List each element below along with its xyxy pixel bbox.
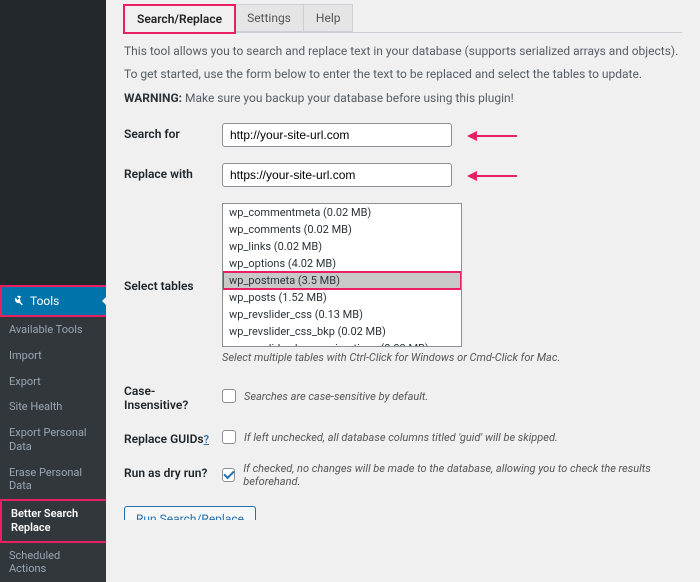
table-option[interactable]: wp_revslider_css_bkp (0.02 MB) [223,323,461,340]
search-for-input[interactable] [222,123,452,147]
replace-with-label: Replace with [124,157,222,197]
replace-guids-help: If left unchecked, all database columns … [244,431,558,444]
case-insensitive-checkbox[interactable] [222,389,236,403]
table-option[interactable]: wp_posts (1.52 MB) [223,289,461,306]
sidebar-item-available-tools[interactable]: Available Tools [0,317,106,343]
case-insensitive-help: Searches are case-sensitive by default. [244,390,428,403]
tab-help[interactable]: Help [303,4,354,32]
table-option[interactable]: wp_links (0.02 MB) [223,238,461,255]
table-option[interactable]: wp_options (4.02 MB) [223,255,461,272]
dry-run-checkbox[interactable] [222,468,235,482]
intro-line-2: To get started, use the form below to en… [124,66,682,83]
sidebar-item-import[interactable]: Import [0,343,106,369]
table-option[interactable]: wp_commentmeta (0.02 MB) [223,204,461,221]
sidebar-item-export[interactable]: Export [0,369,106,395]
tab-search-replace[interactable]: Search/Replace [124,5,235,33]
dry-run-help: If checked, no changes will be made to t… [243,462,682,488]
table-option[interactable]: wp_comments (0.02 MB) [223,221,461,238]
search-for-label: Search for [124,117,222,157]
warning-text: Make sure you backup your database befor… [182,91,514,105]
select-tables-listbox[interactable]: wp_commentmeta (0.02 MB) wp_comments (0.… [222,203,462,347]
annotation-arrow-icon [467,129,517,143]
main-content: Search/Replace Settings Help This tool a… [106,0,700,520]
table-option[interactable]: wp_revslider_css (0.13 MB) [223,306,461,323]
sidebar-item-scheduled-actions[interactable]: Scheduled Actions [0,543,106,582]
replace-with-input[interactable] [222,163,452,187]
replace-guids-help-link[interactable]: ? [204,433,209,446]
sidebar-item-better-search-replace[interactable]: Better Search Replace [0,499,106,543]
annotation-arrow-icon [467,169,517,183]
intro-line-1: This tool allows you to search and repla… [124,43,682,60]
select-tables-help: Select multiple tables with Ctrl-Click f… [222,351,682,364]
select-tables-label: Select tables [124,197,222,374]
sidebar-menu-tools-label: Tools [30,294,59,308]
sidebar-item-erase-personal[interactable]: Erase Personal Data [0,460,106,500]
replace-guids-checkbox[interactable] [222,430,236,444]
table-option[interactable]: wp_revslider_layer_animations (0.02 MB) [223,340,461,347]
table-option-selected[interactable]: wp_postmeta (3.5 MB) [223,272,461,289]
tab-bar: Search/Replace Settings Help [124,4,682,33]
tab-settings[interactable]: Settings [234,4,304,32]
chevron-right-icon [98,297,106,305]
wrench-icon [10,294,24,308]
case-insensitive-label: Case-Insensitive? [124,374,222,422]
dry-run-label: Run as dry run? [124,456,222,498]
intro-warning: WARNING: Make sure you backup your datab… [124,90,682,107]
sidebar-item-site-health[interactable]: Site Health [0,394,106,420]
sidebar-submenu: Available Tools Import Export Site Healt… [0,317,106,582]
sidebar-menu-tools[interactable]: Tools [0,285,106,317]
warning-label: WARNING: [124,91,182,105]
admin-sidebar: Tools Available Tools Import Export Site… [0,0,106,520]
replace-guids-label: Replace GUIDs? [124,422,222,456]
sidebar-item-export-personal[interactable]: Export Personal Data [0,420,106,460]
run-search-replace-button[interactable]: Run Search/Replace [124,506,256,520]
